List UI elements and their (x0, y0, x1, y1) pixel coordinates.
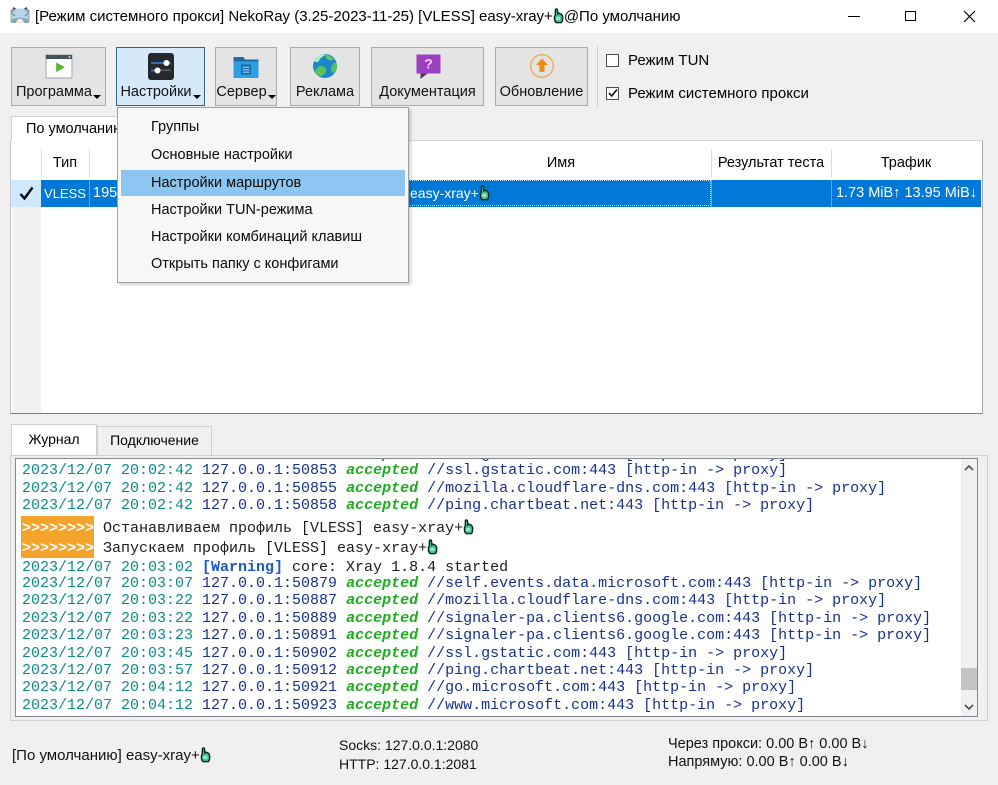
svg-text:?: ? (424, 56, 433, 72)
